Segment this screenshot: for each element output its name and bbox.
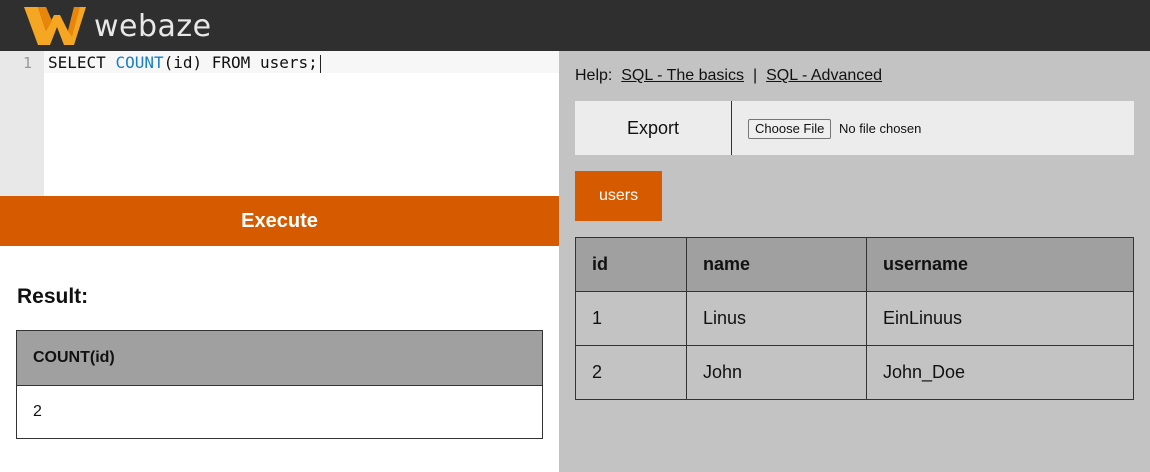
result-cell: 2 (16, 385, 543, 439)
code-rest: (id) FROM users; (163, 53, 318, 72)
help-separator: | (752, 67, 758, 84)
top-bar: webaze (0, 0, 1150, 51)
import-export-toolbar: Export Choose File No file chosen (575, 101, 1134, 155)
cell-name: John (686, 345, 867, 400)
text-cursor (319, 54, 321, 73)
webaze-logo-icon (24, 7, 86, 45)
code-keyword-select: SELECT (48, 53, 116, 72)
column-header-id: id (575, 237, 687, 292)
execute-button[interactable]: Execute (0, 196, 559, 246)
tab-users[interactable]: users (575, 171, 662, 221)
cell-name: Linus (686, 291, 867, 346)
line-number: 1 (22, 54, 32, 72)
link-sql-basics[interactable]: SQL - The basics (621, 67, 744, 84)
sql-editor[interactable]: 1 SELECT COUNT(id) FROM users; (0, 51, 559, 196)
schema-pane: Help: SQL - The basics | SQL - Advanced Ex… (559, 51, 1150, 472)
help-links: Help: SQL - The basics | SQL - Advanced (575, 67, 882, 85)
export-button[interactable]: Export (575, 101, 732, 155)
editor-gutter: 1 (0, 51, 44, 196)
file-status: No file chosen (839, 121, 922, 136)
help-label: Help: (575, 67, 613, 84)
column-header-username: username (866, 237, 1134, 292)
result-column-header: COUNT(id) (16, 330, 543, 386)
query-pane: 1 SELECT COUNT(id) FROM users; Execute R… (0, 51, 559, 472)
table-row: 2 John John_Doe (575, 345, 1134, 400)
cell-username: John_Doe (866, 345, 1134, 400)
code-keyword-count: COUNT (115, 53, 164, 72)
choose-file-button[interactable]: Choose File (748, 119, 832, 139)
result-row: 2 (16, 385, 543, 439)
code-text[interactable]: SELECT COUNT(id) FROM users; (48, 53, 321, 73)
cell-username: EinLinuus (866, 291, 1134, 346)
cell-id: 1 (575, 291, 687, 346)
column-header-name: name (686, 237, 867, 292)
result-header-row: COUNT(id) (16, 330, 543, 386)
result-title: Result: (17, 285, 89, 308)
result-table: COUNT(id) 2 (16, 330, 543, 439)
users-table: id name username 1 Linus EinLinuus 2 Joh… (575, 237, 1134, 400)
link-sql-advanced[interactable]: SQL - Advanced (766, 67, 882, 84)
table-row: 1 Linus EinLinuus (575, 291, 1134, 346)
cell-id: 2 (575, 345, 687, 400)
brand-name: webaze (94, 9, 212, 44)
users-header-row: id name username (575, 237, 1134, 292)
